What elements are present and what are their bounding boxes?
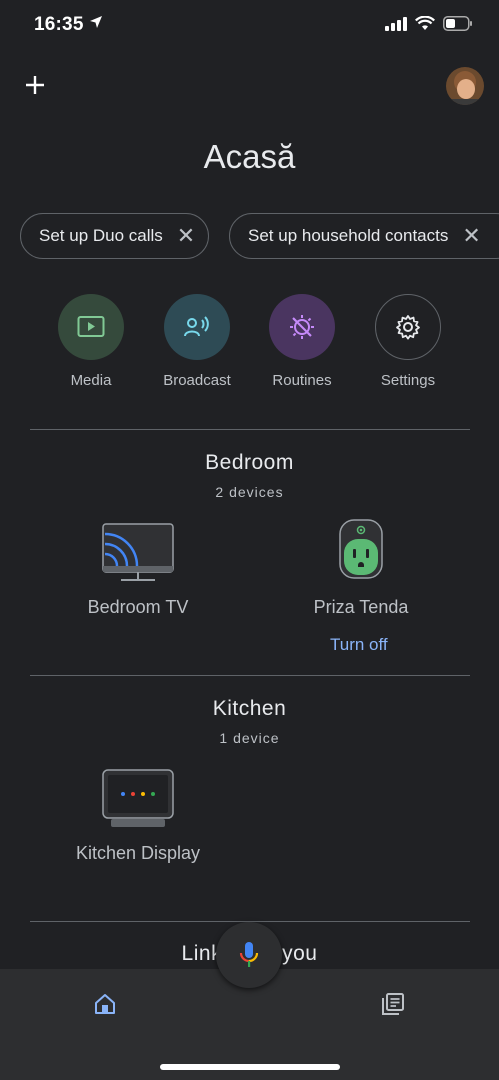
home-indicator[interactable] <box>160 1064 340 1070</box>
device-bedroom-tv[interactable]: Bedroom TV <box>38 522 238 618</box>
chip-label: Set up Duo calls <box>39 226 163 245</box>
broadcast-icon <box>184 316 209 337</box>
status-icons <box>385 16 473 31</box>
media-label: Media <box>70 372 112 389</box>
chip-label: Set up household contacts <box>248 226 449 245</box>
nav-home[interactable] <box>93 992 119 1018</box>
linked-title-right: you <box>282 942 318 965</box>
room-title-kitchen[interactable]: Kitchen <box>0 697 499 721</box>
settings-button[interactable]: Settings <box>355 294 461 389</box>
settings-circle <box>375 294 441 360</box>
smart-display-icon <box>102 769 174 827</box>
broadcast-label: Broadcast <box>163 372 231 389</box>
turn-off-button[interactable]: Turn off <box>330 635 388 655</box>
chip-setup-duo[interactable]: Set up Duo calls ✕ <box>20 213 209 259</box>
home-icon <box>95 994 115 1014</box>
gear-icon <box>396 315 420 340</box>
routines-icon <box>290 315 314 339</box>
user-photo-icon <box>446 67 484 105</box>
assistant-mic-button[interactable] <box>216 922 282 988</box>
device-name: Bedroom TV <box>87 597 189 617</box>
smart-plug-icon <box>339 519 383 579</box>
broadcast-circle <box>164 294 230 360</box>
media-button[interactable]: Media <box>38 294 144 389</box>
divider <box>30 675 470 676</box>
device-name: Priza Tenda <box>313 597 409 617</box>
location-arrow-icon <box>90 16 103 28</box>
broadcast-button[interactable]: Broadcast <box>144 294 250 389</box>
tv-icon <box>102 523 174 581</box>
media-circle <box>58 294 124 360</box>
nav-feed[interactable] <box>381 992 407 1018</box>
device-priza-tenda[interactable]: Priza Tenda <box>261 518 461 618</box>
settings-label: Settings <box>380 372 436 389</box>
routines-circle <box>269 294 335 360</box>
media-icon <box>77 316 105 337</box>
wifi-icon <box>415 16 435 30</box>
routines-button[interactable]: Routines <box>249 294 355 389</box>
divider <box>30 429 470 430</box>
battery-icon <box>443 16 472 31</box>
add-button[interactable] <box>22 72 48 98</box>
room-title-bedroom[interactable]: Bedroom <box>0 451 499 475</box>
chip-setup-household-contacts[interactable]: Set up household contacts ✕ <box>229 213 499 259</box>
avatar[interactable] <box>446 67 484 105</box>
room-device-count: 2 devices <box>215 484 284 500</box>
close-icon[interactable]: ✕ <box>177 225 195 247</box>
plus-icon <box>26 76 44 94</box>
close-icon[interactable]: ✕ <box>462 225 480 247</box>
page-title: Acasă <box>203 138 296 175</box>
room-device-count: 1 device <box>219 730 280 746</box>
device-kitchen-display[interactable]: Kitchen Display <box>38 768 238 864</box>
status-time: 16:35 <box>34 14 103 36</box>
signal-icon <box>385 16 407 31</box>
feed-icon <box>382 993 404 1015</box>
routines-label: Routines <box>272 372 332 389</box>
microphone-icon <box>239 942 259 967</box>
device-name: Kitchen Display <box>75 843 201 863</box>
